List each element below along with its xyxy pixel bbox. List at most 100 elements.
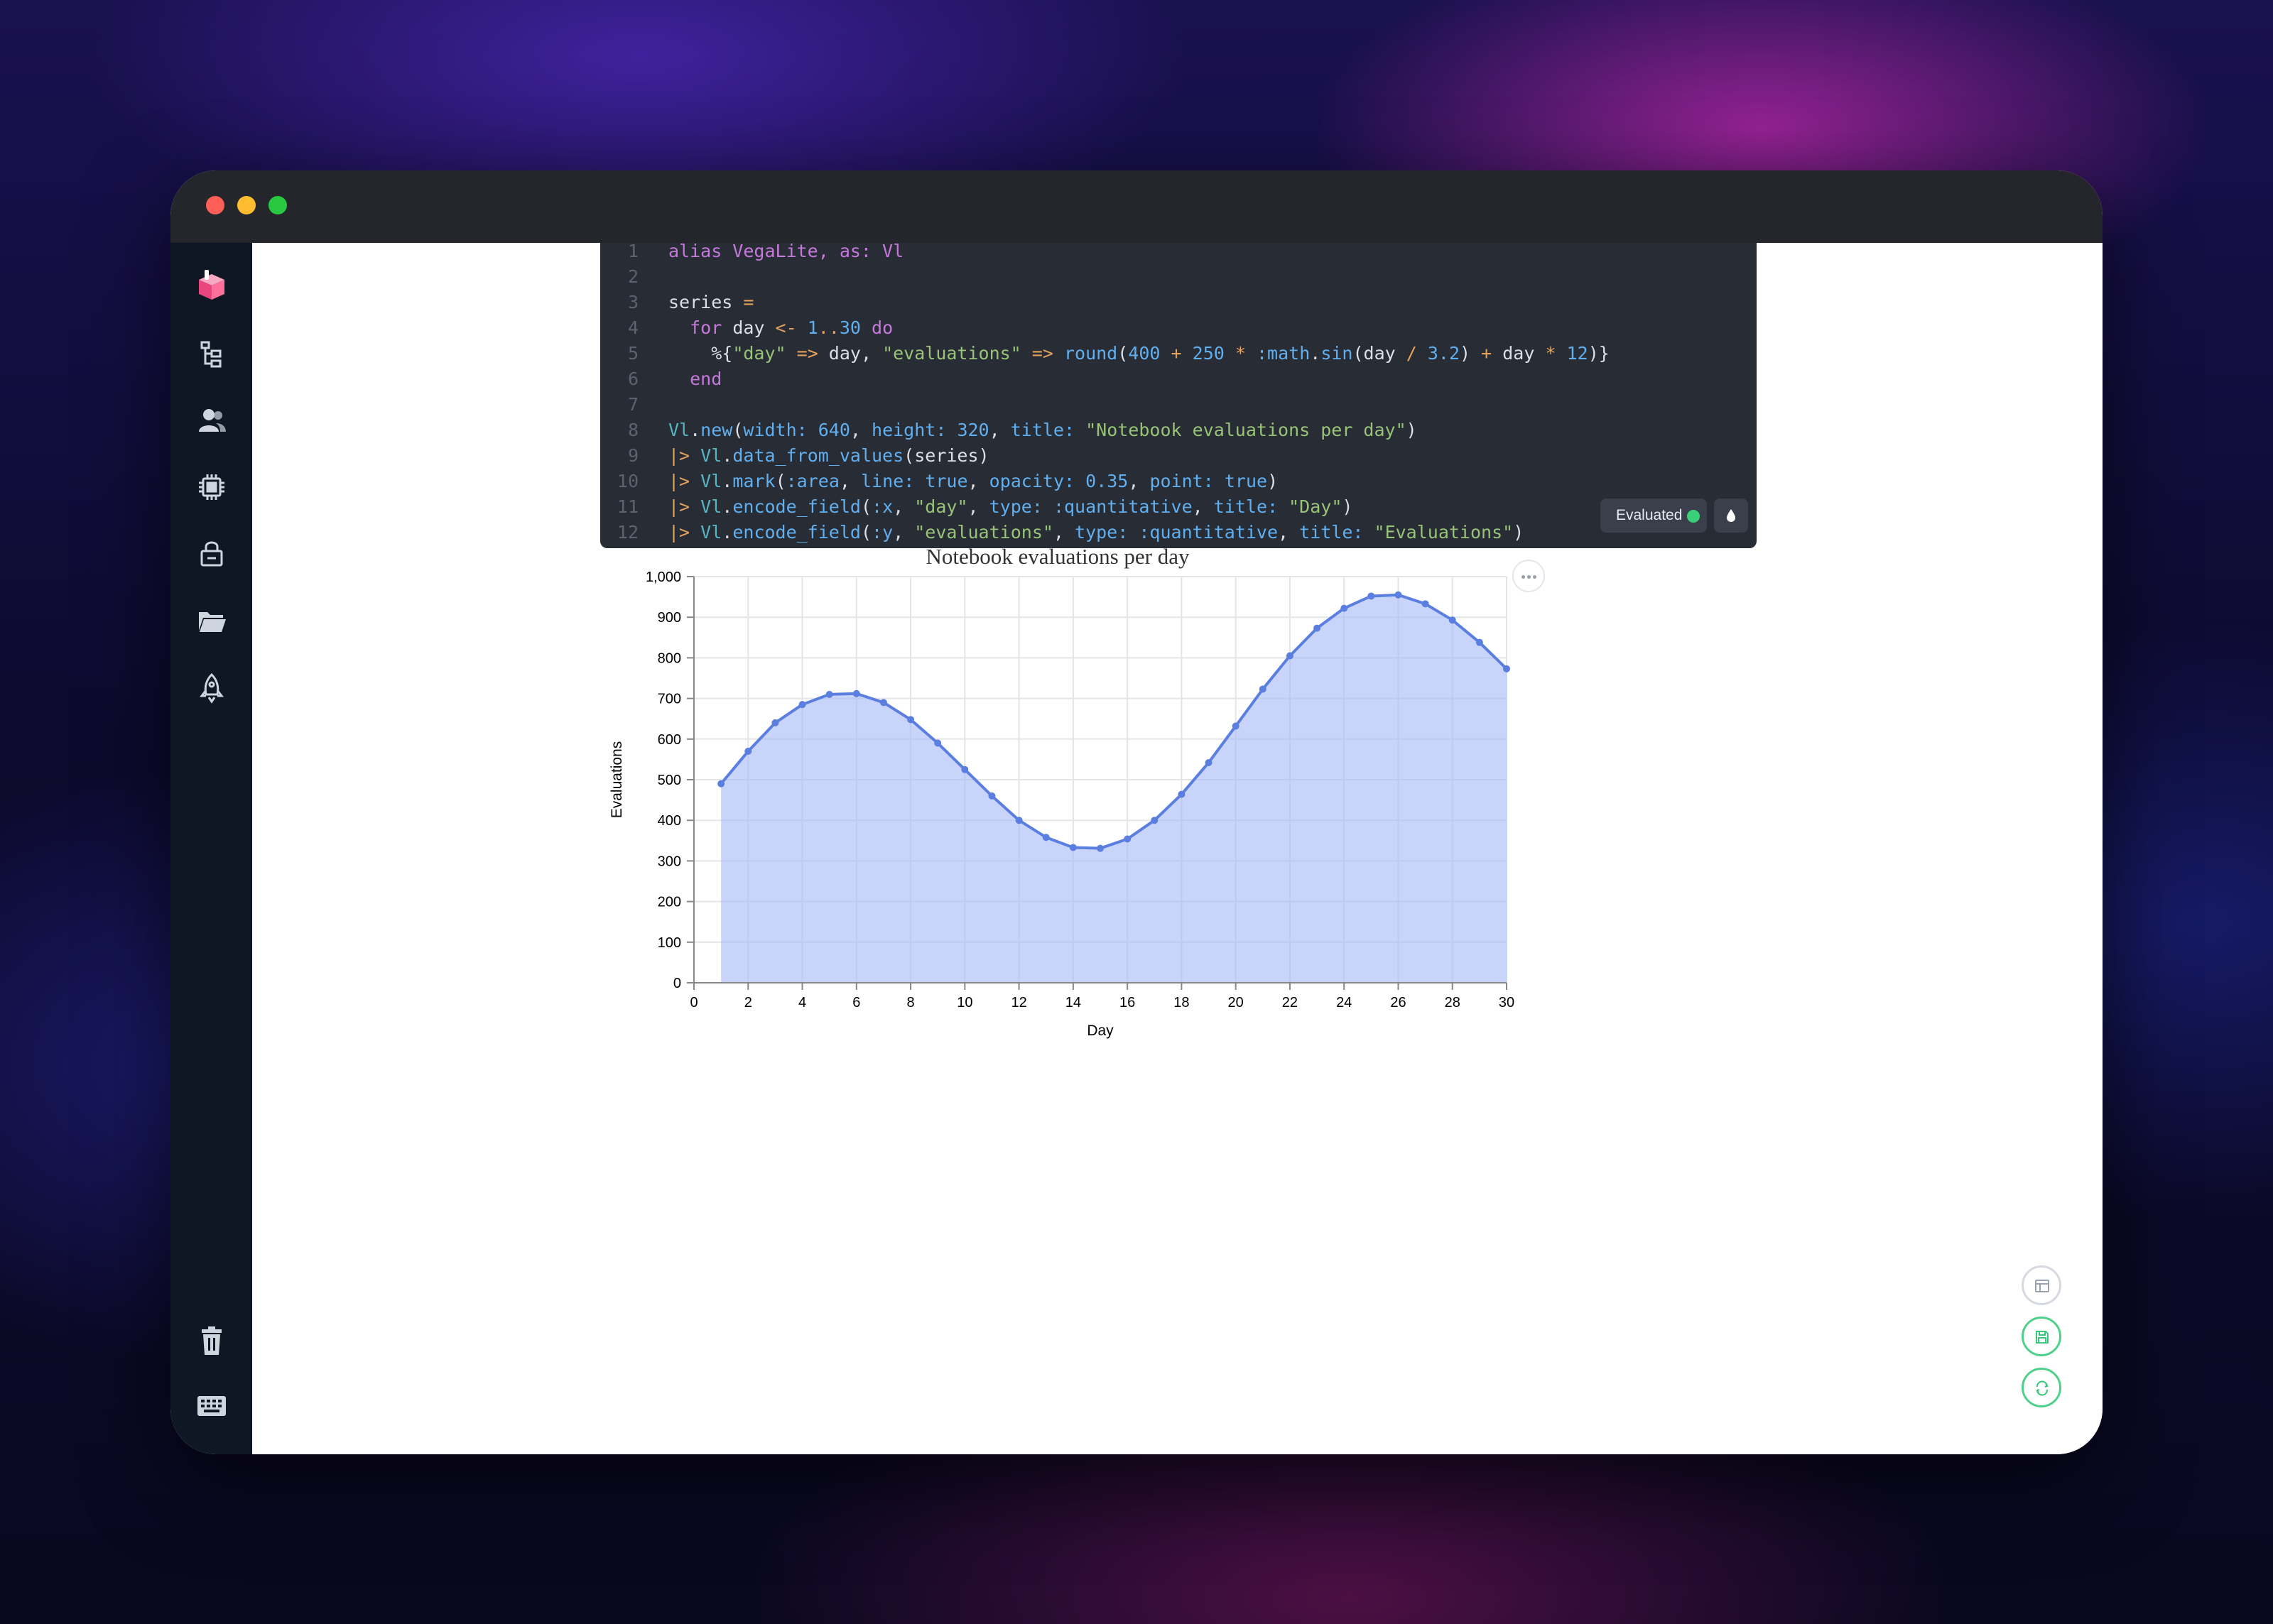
line-number: 9: [627, 445, 639, 466]
close-window-button[interactable]: [206, 196, 224, 214]
chart-title: Notebook evaluations per day: [926, 548, 1190, 569]
code-line[interactable]: 1 alias VegaLite, as: Vl: [600, 243, 1757, 264]
code-text: series =: [668, 290, 754, 315]
chart-more-options-button[interactable]: [1512, 560, 1545, 592]
code-token: ,: [1192, 496, 1214, 517]
keyboard-icon[interactable]: [195, 1389, 229, 1423]
code-token: "Notebook evaluations per day": [1085, 420, 1406, 440]
code-token: Vl: [700, 522, 722, 543]
code-token: new: [700, 420, 733, 440]
code-text: |> Vl.encode_field(:y, "evaluations", ty…: [668, 520, 1524, 545]
code-token: for: [690, 317, 722, 338]
x-tick-label: 2: [744, 995, 752, 1010]
line-number: 5: [627, 343, 639, 364]
code-token: (day: [1352, 343, 1406, 364]
code-token: ): [1406, 420, 1417, 440]
code-token: .: [690, 420, 701, 440]
code-cell[interactable]: 1 alias VegaLite, as: Vl 2 3 series = 4 for d…: [600, 243, 1757, 548]
x-tick-label: 0: [690, 995, 698, 1010]
data-point: [988, 792, 996, 800]
code-token: ,: [850, 420, 872, 440]
code-token: round: [1063, 343, 1118, 364]
x-tick-label: 10: [957, 995, 972, 1010]
x-tick-label: 4: [798, 995, 806, 1010]
code-text: %{"day" => day, "evaluations" => round(4…: [668, 341, 1610, 366]
secrets-lock-icon[interactable]: [195, 537, 229, 571]
code-token: ,: [839, 471, 861, 491]
code-token: =>: [1031, 343, 1053, 364]
code-token: width:: [743, 420, 808, 440]
code-token: "day": [914, 496, 968, 517]
code-token: type:: [1075, 522, 1129, 543]
code-token: ..: [818, 317, 840, 338]
data-point: [798, 701, 806, 709]
code-token: type:: [989, 496, 1043, 517]
code-token: 640: [818, 420, 850, 440]
code-token: opacity:: [989, 471, 1075, 491]
code-line[interactable]: 9 |> Vl.data_from_values(series): [600, 443, 1757, 469]
line-number: 10: [617, 471, 639, 491]
data-point: [825, 690, 833, 698]
code-line[interactable]: 5 %{"day" => day, "evaluations" => round…: [600, 341, 1757, 366]
livebook-logo-icon[interactable]: [195, 268, 229, 303]
code-line[interactable]: 4 for day <- 1..30 do: [600, 315, 1757, 341]
data-point: [1015, 817, 1023, 824]
code-line[interactable]: 10 |> Vl.mark(:area, line: true, opacity:…: [600, 469, 1757, 494]
reconnect-button[interactable]: [2022, 1368, 2061, 1407]
code-line[interactable]: 2: [600, 264, 1757, 290]
files-folder-icon[interactable]: [195, 604, 229, 638]
data-point: [1367, 592, 1375, 600]
save-button[interactable]: [2022, 1317, 2061, 1356]
minimize-window-button[interactable]: [237, 196, 256, 214]
code-line[interactable]: 7: [600, 392, 1757, 418]
code-token: ): [1513, 522, 1524, 543]
x-tick-label: 26: [1390, 995, 1406, 1010]
code-token: title:: [1213, 496, 1279, 517]
cell-action-button[interactable]: [1714, 498, 1748, 533]
code-token: "day": [732, 343, 786, 364]
code-token: |>: [668, 496, 690, 517]
code-token: series: [668, 292, 744, 312]
code-token: alias VegaLite, as: Vl: [668, 243, 904, 261]
maximize-window-button[interactable]: [268, 196, 287, 214]
code-token: (: [732, 420, 744, 440]
data-point: [1421, 600, 1429, 608]
area-fill: [721, 594, 1507, 983]
code-line[interactable]: 8 Vl.new(width: 640, height: 320, title: …: [600, 418, 1757, 443]
code-token: mark: [732, 471, 776, 491]
code-token: "evaluations": [882, 343, 1021, 364]
runtime-chip-icon[interactable]: [195, 470, 229, 504]
data-point: [907, 716, 915, 724]
code-text: |> Vl.mark(:area, line: true, opacity: 0…: [668, 469, 1278, 494]
code-line[interactable]: 6 end: [600, 366, 1757, 392]
code-text: |> Vl.encode_field(:x, "day", type: :qua…: [668, 494, 1352, 520]
code-line[interactable]: 3 series =: [600, 290, 1757, 315]
code-text: for day <- 1..30 do: [668, 315, 893, 341]
code-line[interactable]: 11 |> Vl.encode_field(:x, "day", type: :q…: [600, 494, 1757, 520]
data-point: [1503, 665, 1510, 672]
trash-icon[interactable]: [195, 1324, 229, 1358]
explorer-icon[interactable]: [195, 337, 229, 371]
line-number: 12: [617, 522, 639, 543]
y-tick-label: 200: [658, 895, 681, 910]
code-line[interactable]: 12 |> Vl.encode_field(:y, "evaluations", …: [600, 520, 1757, 545]
code-token: 320: [957, 420, 989, 440]
cell-status-label: Evaluated: [1616, 507, 1683, 523]
save-icon: [2036, 1331, 2049, 1344]
code-editor[interactable]: 1 alias VegaLite, as: Vl 2 3 series = 4 for d…: [600, 243, 1757, 545]
code-text: Vl.new(width: 640, height: 320, title: "…: [668, 418, 1417, 443]
users-icon[interactable]: [195, 403, 229, 437]
y-tick-label: 800: [658, 650, 681, 666]
sections-panel-button[interactable]: [2022, 1265, 2061, 1305]
deploy-rocket-icon[interactable]: [195, 670, 229, 704]
notebook-main: 1 alias VegaLite, as: Vl 2 3 series = 4 for d…: [252, 243, 2103, 1454]
code-token: *: [1235, 343, 1246, 364]
